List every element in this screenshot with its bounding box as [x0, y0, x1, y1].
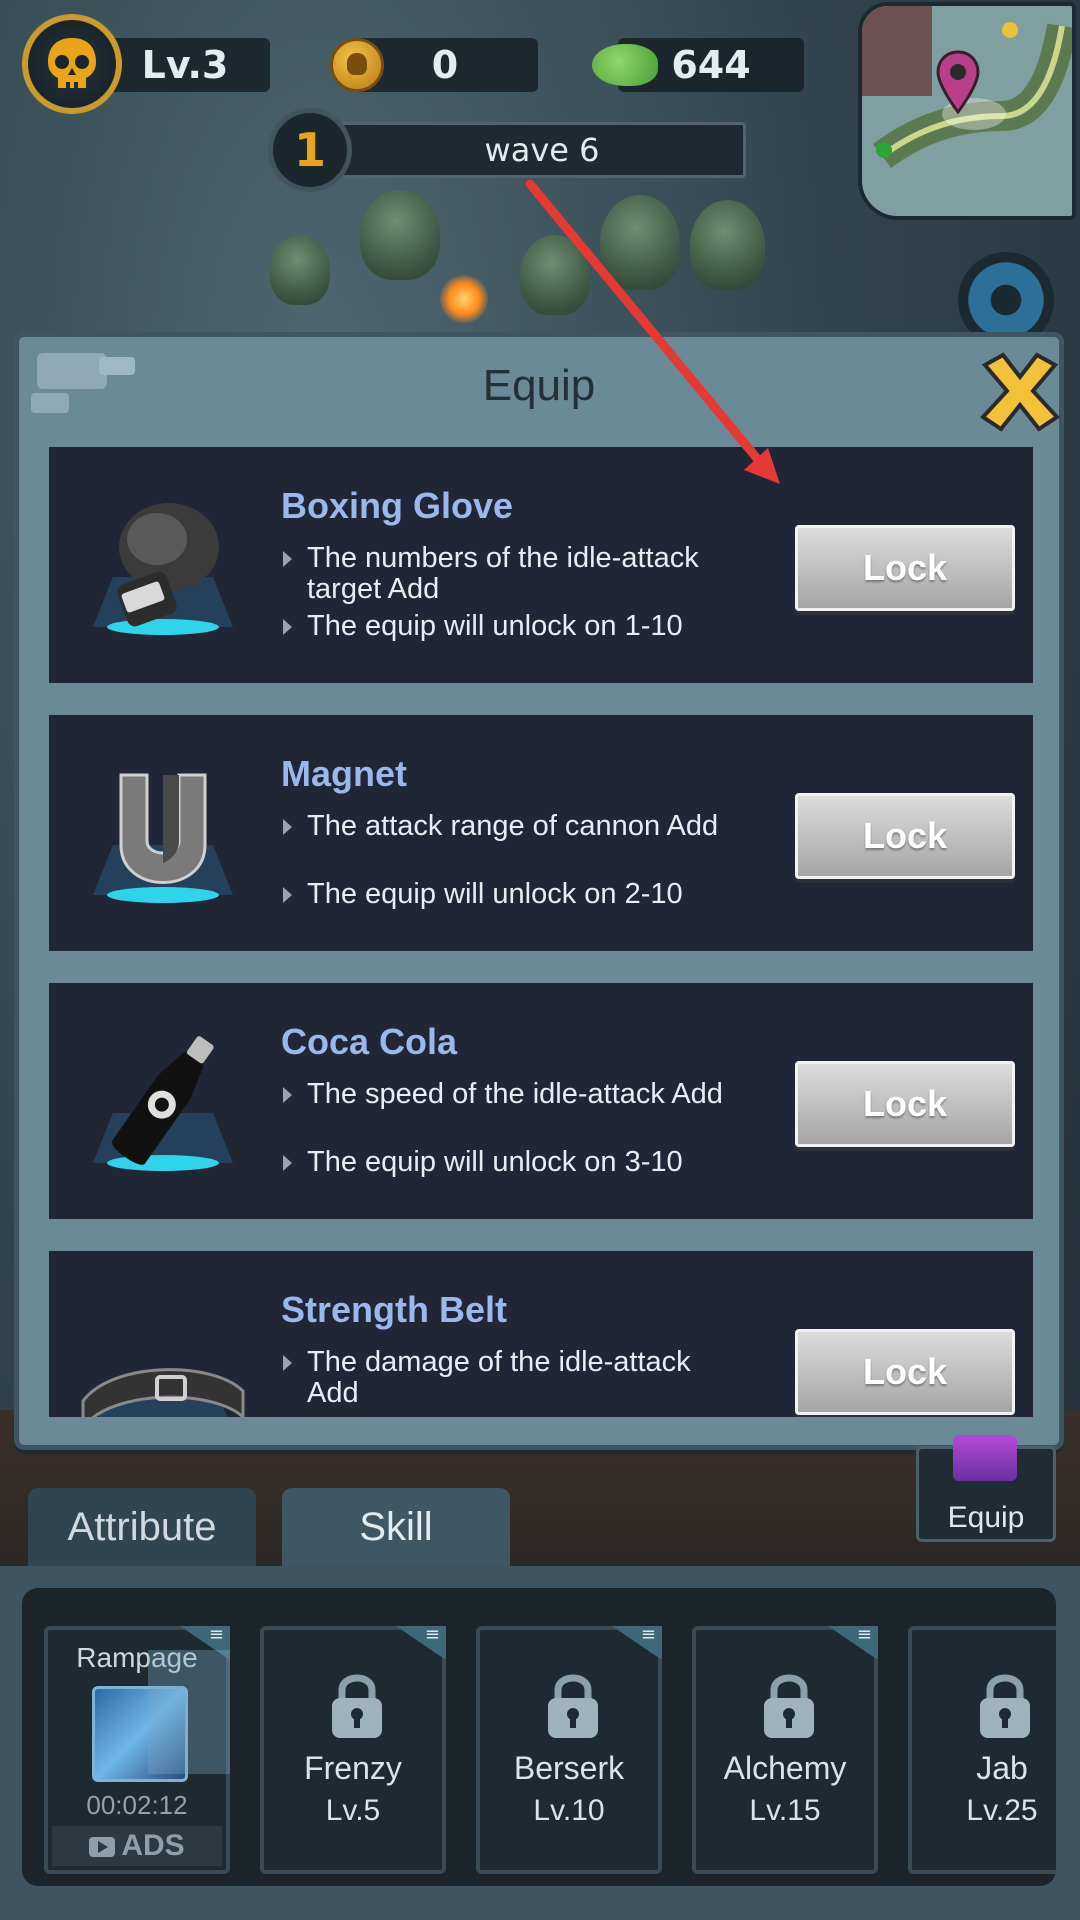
equip-item-name: Boxing Glove — [281, 485, 514, 526]
skill-name: Berserk — [513, 1750, 625, 1786]
lock-button[interactable]: Lock — [795, 793, 1015, 879]
padlock-icon — [548, 1674, 598, 1738]
skill-panel: ≡ Rampage 00:02:12 ADS ≡ Frenzy Lv.5 ≡ B… — [0, 1566, 1080, 1920]
minimap[interactable] — [858, 2, 1076, 220]
menu-icon: ≡ — [424, 1624, 440, 1645]
coin-icon — [330, 38, 384, 92]
cooldown-overlay — [148, 1650, 230, 1774]
equip-modal: Equip Boxing Glove The numbers of the id… — [14, 332, 1064, 1450]
brain-icon — [592, 44, 658, 86]
skill-name: Jab — [976, 1750, 1028, 1786]
equip-item-unlock: The equip will unlock on 2-10 — [281, 879, 727, 910]
magnet-icon — [93, 773, 233, 903]
book-icon — [953, 1435, 1017, 1481]
skill-timer: 00:02:12 — [86, 1790, 188, 1820]
padlock-icon — [980, 1674, 1030, 1738]
equip-item-unlock: The equip will unlock on 3-10 — [281, 1147, 727, 1178]
equip-item-description: The speed of the idle-attack Add — [281, 1079, 727, 1110]
skill-name: Alchemy — [723, 1750, 847, 1786]
equip-item-description: The damage of the idle-attack Add — [281, 1347, 727, 1409]
level-display: Lv.3 — [100, 38, 270, 92]
lock-button[interactable]: Lock — [795, 1329, 1015, 1415]
skull-icon — [48, 38, 96, 88]
skill-level: Lv.10 — [533, 1794, 605, 1827]
equip-item-unlock: The equip will unlock on 1-10 — [281, 611, 727, 642]
belt-icon — [81, 1368, 245, 1417]
menu-icon: ≡ — [640, 1624, 656, 1645]
skill-level: Lv.25 — [966, 1794, 1038, 1827]
zombie — [270, 235, 330, 305]
equip-item-description: The numbers of the idle-attack target Ad… — [281, 543, 727, 605]
play-video-icon — [89, 1837, 116, 1858]
wave-bar: wave 6 — [338, 122, 746, 178]
equip-button-label: Equip — [947, 1501, 1025, 1534]
tab-attribute[interactable]: Attribute — [28, 1488, 256, 1566]
equip-item-magnet: Magnet The attack range of cannon Add Th… — [49, 715, 1033, 951]
skill-card-frenzy[interactable]: ≡ Frenzy Lv.5 — [260, 1626, 446, 1874]
equip-item-coca-cola: Coca Cola The speed of the idle-attack A… — [49, 983, 1033, 1219]
wave-number: 1 — [293, 123, 326, 177]
cola-bottle-icon — [93, 1036, 233, 1171]
skill-tray: ≡ Rampage 00:02:12 ADS ≡ Frenzy Lv.5 ≡ B… — [22, 1588, 1056, 1886]
wave-number-badge: 1 — [268, 108, 352, 192]
skill-card-rampage[interactable]: ≡ Rampage 00:02:12 ADS — [44, 1626, 230, 1874]
player-avatar[interactable] — [22, 14, 122, 114]
coin-count: 0 — [431, 43, 459, 87]
equip-list[interactable]: Boxing Glove The numbers of the idle-att… — [49, 447, 1033, 1417]
skill-level: Lv.5 — [325, 1794, 381, 1827]
lock-button[interactable]: Lock — [795, 1061, 1015, 1147]
boxing-glove-icon — [93, 503, 233, 635]
equip-button[interactable]: Equip — [916, 1435, 1056, 1542]
equip-item-description: The attack range of cannon Add — [281, 811, 727, 842]
menu-icon: ≡ — [208, 1624, 224, 1645]
skill-name: Frenzy — [304, 1750, 402, 1786]
skill-level: Lv.15 — [749, 1794, 821, 1827]
skill-card-jab[interactable]: Jab Lv.25 — [908, 1626, 1056, 1874]
modal-title: Equip — [482, 361, 596, 410]
level-text: Lv.3 — [141, 43, 229, 87]
skill-card-berserk[interactable]: ≡ Berserk Lv.10 — [476, 1626, 662, 1874]
equip-item-name: Strength Belt — [281, 1289, 508, 1330]
tab-skill[interactable]: Skill — [282, 1488, 510, 1566]
zombie — [520, 235, 590, 315]
close-icon[interactable] — [975, 347, 1065, 437]
equip-item-name: Magnet — [281, 753, 407, 794]
skill-card-alchemy[interactable]: ≡ Alchemy Lv.15 — [692, 1626, 878, 1874]
equip-item-strength-belt: Strength Belt The damage of the idle-att… — [49, 1251, 1033, 1417]
padlock-icon — [764, 1674, 814, 1738]
location-pin-icon — [936, 50, 980, 114]
brain-count: 644 — [671, 43, 751, 87]
menu-icon: ≡ — [856, 1624, 872, 1645]
lock-button[interactable]: Lock — [795, 525, 1015, 611]
padlock-icon — [332, 1674, 382, 1738]
ads-button[interactable]: ADS — [52, 1826, 222, 1866]
zombie — [690, 200, 765, 290]
equip-item-name: Coca Cola — [281, 1021, 458, 1062]
zombie — [600, 195, 680, 290]
equip-item-boxing-glove: Boxing Glove The numbers of the idle-att… — [49, 447, 1033, 683]
zombie — [360, 190, 440, 280]
ads-label: ADS — [121, 1829, 185, 1862]
fire-glow — [440, 275, 488, 323]
wave-label: wave 6 — [484, 131, 600, 169]
